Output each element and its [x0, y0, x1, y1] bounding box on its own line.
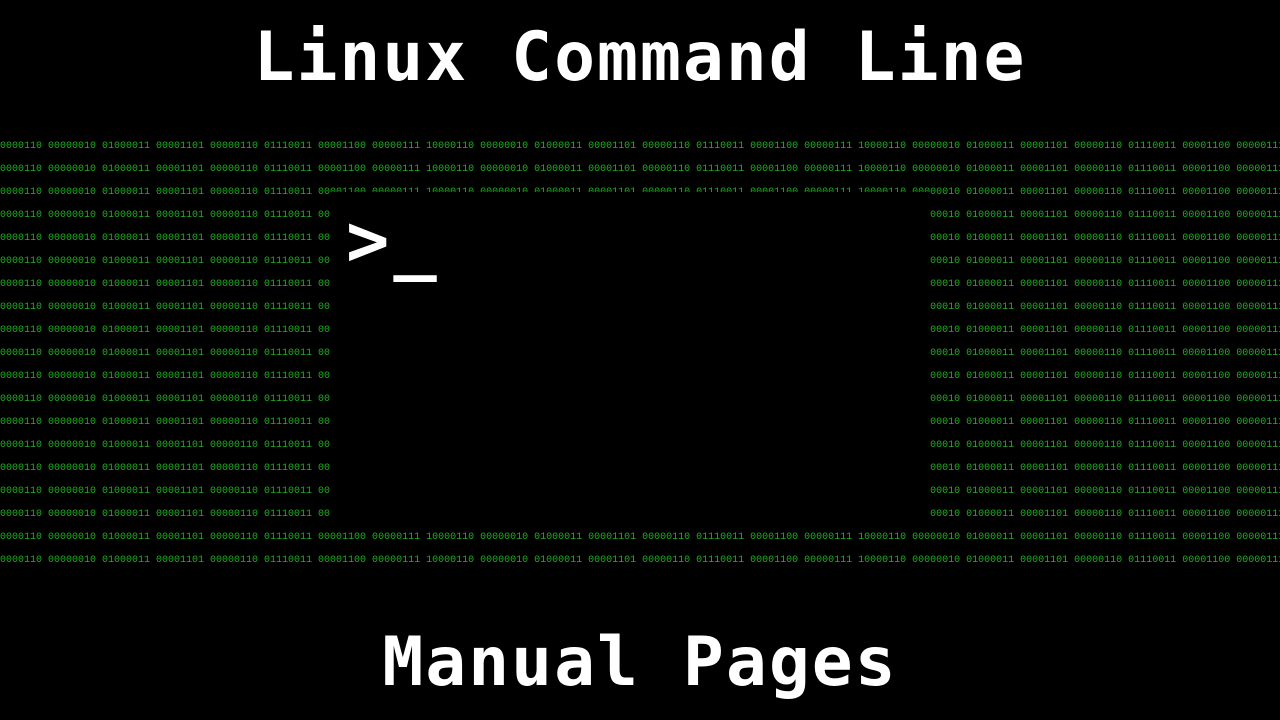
binary-row: 10000110 00000010 01000011 00001101 0000…: [0, 135, 1280, 158]
prompt-symbol: >_: [346, 198, 441, 282]
title-top: Linux Command Line: [0, 18, 1280, 97]
title-bottom: Manual Pages: [0, 623, 1280, 702]
terminal-window: >_: [330, 192, 930, 532]
binary-row: 10000110 00000010 01000011 00001101 0000…: [0, 549, 1280, 572]
binary-row: 10000110 00000010 01000011 00001101 0000…: [0, 158, 1280, 181]
